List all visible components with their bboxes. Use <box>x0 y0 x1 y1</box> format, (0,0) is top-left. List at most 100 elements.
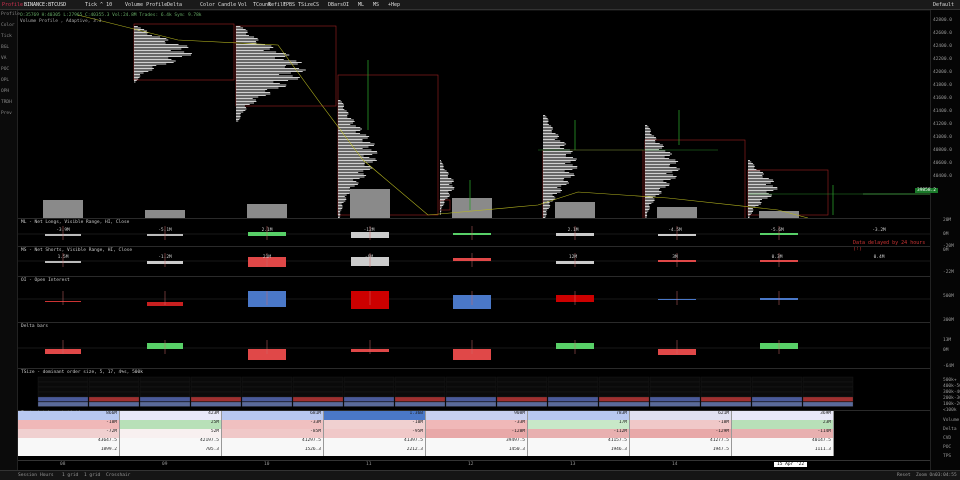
heat-cell <box>394 396 446 402</box>
price-chart[interactable] <box>18 10 930 218</box>
profile-bar <box>134 72 144 74</box>
bottom-item-3[interactable]: 1 grid <box>84 473 100 478</box>
profile-bar <box>338 133 361 134</box>
bar-label: -4.5M <box>668 227 682 233</box>
symbol-selector[interactable]: BINANCE:BTCUSD <box>24 2 66 8</box>
sidebar-item-6[interactable]: OPL <box>1 78 9 83</box>
sidebar-item-9[interactable]: Prev <box>1 111 12 116</box>
profile-bar <box>543 197 556 199</box>
tool-selector[interactable]: Volume Profile <box>125 2 167 8</box>
bottom-item-0[interactable]: Session <box>18 473 37 478</box>
price-tick: 40600.0 <box>933 161 952 166</box>
price-tick: 42600.0 <box>933 31 952 36</box>
net-shorts-bars: 1.5M -1.2M 21M -6M 12M 3M 0.3M 0.4M <box>18 253 930 267</box>
profile-bar <box>645 129 651 131</box>
toolbar-item-3[interactable]: FPBS <box>283 2 295 8</box>
toolbar-item-7[interactable]: OI <box>343 2 349 8</box>
footprint-cell: 1946.3 <box>528 447 630 456</box>
tick-selector[interactable]: Tick ^ 10 <box>85 2 112 8</box>
price-tick: 42400.0 <box>933 44 952 49</box>
footprint-cell: 681M <box>222 411 324 420</box>
profile-bar <box>440 164 444 166</box>
profile-bar <box>543 125 552 127</box>
profile-bar <box>236 29 246 30</box>
heat-cell <box>292 401 344 407</box>
heat-cell <box>802 376 854 382</box>
pane-axis-tick: 500M <box>943 294 954 299</box>
bottom-right-0[interactable]: Reset <box>897 473 911 478</box>
footprint-cell: 908M <box>426 411 528 420</box>
heat-cell <box>649 396 701 402</box>
price-axis[interactable]: 42800.0 42600.0 42400.0 42200.0 42000.0 41800… <box>930 10 960 470</box>
bottom-item-4[interactable]: Crosshair <box>106 473 130 478</box>
heat-cell <box>445 391 497 397</box>
time-axis[interactable]: 08 09 10 11 12 13 14 15 Apr '22 <box>18 460 930 470</box>
toolbar-item-5[interactable]: CS <box>313 2 319 8</box>
footprint-cell: 1.36B <box>324 411 426 420</box>
profile-bar <box>440 172 449 173</box>
profile-bar <box>543 142 565 143</box>
toolbar-item-8[interactable]: ML <box>358 2 364 8</box>
sidebar-item-2[interactable]: Tick <box>1 34 12 39</box>
footprint-cell: 40147.5 <box>732 438 834 447</box>
color-selector[interactable]: Color Candle <box>200 2 236 8</box>
profile-bar <box>236 71 303 72</box>
profile-bar <box>748 203 761 205</box>
heat-cell <box>394 386 446 392</box>
profile-bar <box>543 215 547 217</box>
profile-bar <box>748 194 772 196</box>
profile-bar <box>543 127 553 128</box>
default-button[interactable]: Default <box>933 2 954 8</box>
profile-bar <box>236 80 289 81</box>
delta-selector[interactable]: Delta <box>167 2 182 8</box>
heat-cell <box>37 391 89 397</box>
heat-cell <box>496 381 548 387</box>
bottom-item-1[interactable]: Hours <box>40 473 54 478</box>
profile-button[interactable]: Profile <box>2 2 23 8</box>
sidebar-item-5[interactable]: POC <box>1 67 9 72</box>
profile-bar <box>338 134 367 136</box>
profile-bar <box>236 60 297 62</box>
profile-bar <box>440 196 450 197</box>
profile-bar <box>543 130 552 131</box>
price-tick: 42800.0 <box>933 18 952 23</box>
sidebar-item-8[interactable]: TRDH <box>1 100 12 105</box>
profile-bar <box>338 100 341 101</box>
profile-bar <box>338 109 345 110</box>
profile-bar <box>338 103 344 104</box>
profile-bar <box>543 136 560 137</box>
profile-bar <box>543 137 558 139</box>
profile-bar <box>236 36 255 38</box>
profile-bar <box>338 149 372 151</box>
bottom-right-2[interactable]: 03:04:55 <box>935 473 957 478</box>
profile-bar <box>645 128 650 129</box>
sidebar-item-1[interactable]: Color <box>1 23 15 28</box>
toolbar-item-4[interactable]: TSize <box>298 2 313 8</box>
profile-bar <box>645 167 677 168</box>
footprint-cell: 783M <box>528 411 630 420</box>
heat-cell <box>292 381 344 387</box>
sidebar-item-4[interactable]: VA <box>1 56 6 61</box>
profile-bar <box>748 175 763 176</box>
profile-bar <box>236 104 250 105</box>
profile-bar <box>748 190 774 191</box>
toolbar-item-9[interactable]: MS <box>373 2 379 8</box>
bottom-right-1[interactable]: Zoom On <box>916 473 935 478</box>
toolbar-item-6[interactable]: DBars <box>328 2 343 8</box>
heat-cell <box>598 396 650 402</box>
sidebar-item-7[interactable]: OPH <box>1 89 9 94</box>
profile-bar <box>748 172 763 173</box>
bar-label: -3.9M <box>56 227 70 233</box>
profile-bar <box>440 191 449 193</box>
profile-bar <box>645 126 649 128</box>
toolbar-item-0[interactable]: Vol <box>238 2 247 8</box>
bottom-item-2[interactable]: 1 grid <box>62 473 78 478</box>
profile-bar <box>134 56 183 57</box>
profile-bar <box>440 185 453 187</box>
heat-cell <box>751 376 803 382</box>
heat-cell <box>139 396 191 402</box>
sidebar-item-3[interactable]: BGL <box>1 45 9 50</box>
profile-bar <box>543 214 547 215</box>
current-price-tag: 39858.2 <box>915 188 938 193</box>
toolbar-item-10[interactable]: +Hep <box>388 2 400 8</box>
